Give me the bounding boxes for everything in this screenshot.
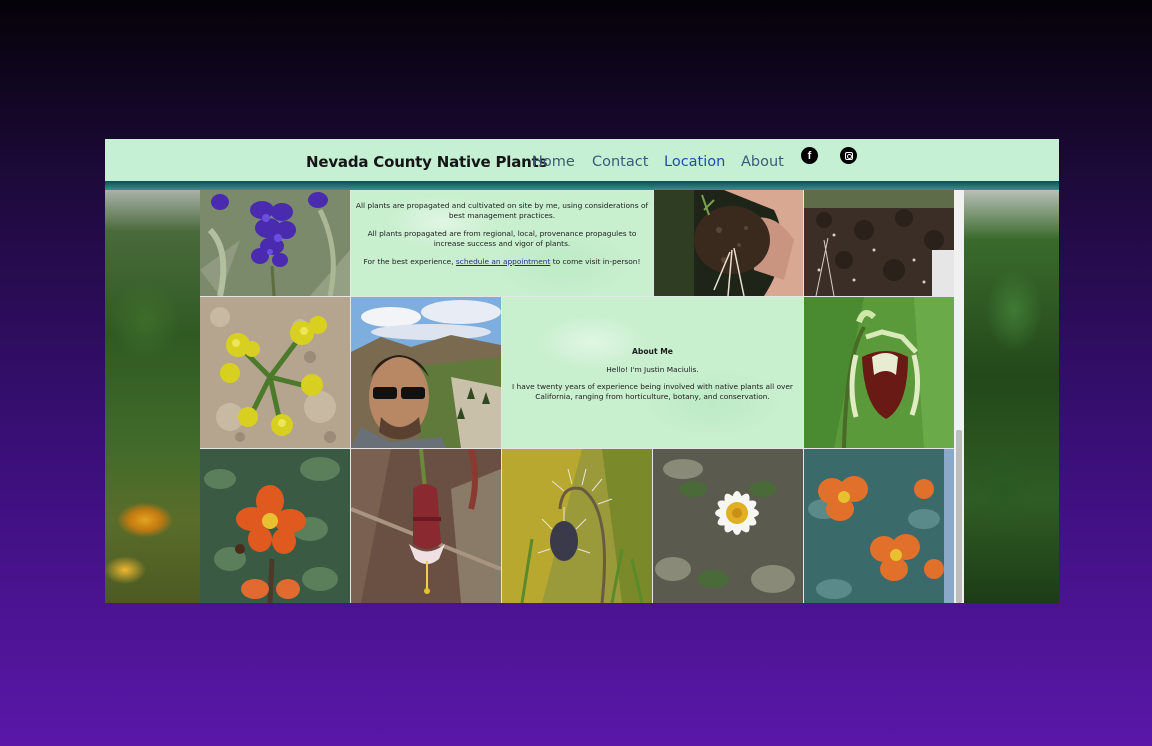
- intro-line-3-pre: For the best experience,: [363, 257, 456, 266]
- about-panel: About Me Hello! I'm Justin Maciulis. I h…: [502, 297, 803, 448]
- nav-link-about[interactable]: About: [741, 154, 784, 170]
- intro-text-panel: All plants are propagated and cultivated…: [351, 190, 653, 296]
- background-forest-right: [964, 190, 1059, 603]
- background-forest-left: [105, 190, 200, 603]
- navbar: Nevada County Native Plants Home Contact…: [105, 139, 1059, 181]
- site-brand[interactable]: Nevada County Native Plants: [306, 153, 548, 171]
- intro-line-1: All plants are propagated and cultivated…: [355, 201, 649, 220]
- schedule-appointment-link[interactable]: schedule an appointment: [456, 257, 550, 266]
- nav-link-location[interactable]: Location: [664, 154, 725, 170]
- intro-line-3: For the best experience, schedule an app…: [355, 257, 649, 267]
- gallery-grid: All plants are propagated and cultivated…: [200, 190, 954, 603]
- nav-link-contact[interactable]: Contact: [592, 154, 648, 170]
- photo-fuzzy-bud: [502, 449, 652, 603]
- photo-lupine: [200, 190, 350, 296]
- intro-line-2: All plants propagated are from regional,…: [367, 229, 637, 248]
- photo-orange-blossoms: [804, 449, 954, 603]
- photo-seedling-tray: [804, 190, 954, 296]
- nav-divider: [105, 181, 1059, 190]
- about-heading: About Me: [632, 347, 673, 356]
- nav-link-home[interactable]: Home: [532, 154, 575, 170]
- about-bio: I have twenty years of experience being …: [512, 382, 793, 401]
- photo-hanging-flower: [351, 449, 501, 603]
- browser-window: Nevada County Native Plants Home Contact…: [105, 139, 1059, 603]
- photo-orange-fremontia: [200, 449, 350, 603]
- about-greeting: Hello! I'm Justin Maciulis.: [606, 365, 699, 374]
- instagram-icon[interactable]: [840, 147, 857, 164]
- vertical-scrollbar[interactable]: [954, 190, 964, 603]
- photo-fritillary: [804, 297, 954, 448]
- facebook-icon[interactable]: f: [801, 147, 818, 164]
- photo-root-in-hand: [654, 190, 803, 296]
- scrollbar-thumb[interactable]: [956, 430, 962, 603]
- photo-yellow-buckwheat: [200, 297, 350, 448]
- photo-white-daisy: [653, 449, 803, 603]
- photo-justin-portrait: [351, 297, 501, 448]
- intro-line-3-post: to come visit in-person!: [550, 257, 641, 266]
